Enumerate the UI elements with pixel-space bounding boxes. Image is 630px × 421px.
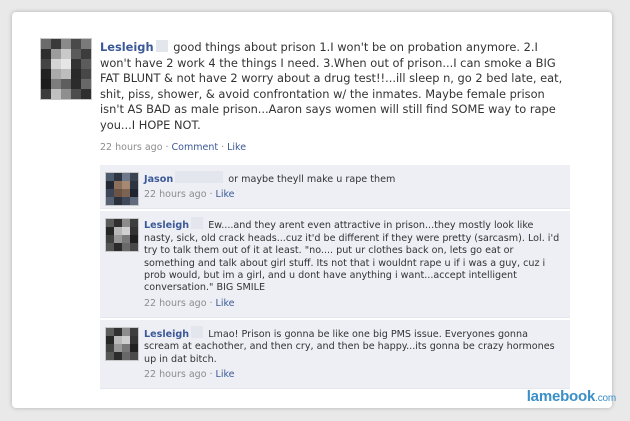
comment-item: Lesleigh Ew....and they arent even attra… <box>100 211 570 318</box>
avatar[interactable] <box>105 172 139 206</box>
like-link[interactable]: Like <box>216 298 235 309</box>
separator-dot: · <box>209 189 213 201</box>
watermark-brand: lamebook <box>526 388 596 405</box>
comment-list: Jason or maybe theyll make u rape them 2… <box>100 165 570 391</box>
post-meta: 22 hours ago · Comment · Like <box>100 140 568 156</box>
like-link[interactable]: Like <box>227 142 246 153</box>
comment-link[interactable]: Comment <box>172 142 219 153</box>
avatar[interactable] <box>105 218 139 253</box>
comment-item: Lesleigh Lmao! Prison is gonna be like o… <box>100 319 570 390</box>
comment-text-block: Lesleigh Ew....and they arent even attra… <box>144 217 560 294</box>
separator-dot: · <box>221 141 225 153</box>
comment-text-block: Jason or maybe theyll make u rape them <box>144 171 560 186</box>
redacted-surname <box>155 40 168 52</box>
comment-item: Jason or maybe theyll make u rape them 2… <box>100 165 570 210</box>
post-body: Lesleigh good things about prison 1.I wo… <box>100 40 568 155</box>
comment-author-link[interactable]: Lesleigh <box>144 220 189 231</box>
avatar[interactable] <box>105 326 139 361</box>
comment-meta: 22 hours ago · Like <box>144 298 560 309</box>
redacted-surname <box>191 217 204 230</box>
like-link[interactable]: Like <box>216 369 235 380</box>
comment-text: Lmao! Prison is gonna be like one big PM… <box>144 328 555 365</box>
post-author-link[interactable]: Lesleigh <box>100 40 154 54</box>
comment-author-link[interactable]: Jason <box>144 174 173 185</box>
redacted-surname <box>191 325 204 338</box>
like-link[interactable]: Like <box>216 189 235 200</box>
avatar[interactable] <box>40 38 92 100</box>
comment-text: Ew....and they arent even attractive in … <box>144 220 560 294</box>
comment-text: or maybe theyll make u rape them <box>228 174 396 185</box>
comment-timestamp: 22 hours ago <box>144 369 207 381</box>
separator-dot: · <box>209 297 213 309</box>
post-timestamp: 22 hours ago <box>100 141 163 153</box>
comment-meta: 22 hours ago · Like <box>144 369 560 380</box>
lamebook-watermark: lamebook.com <box>527 388 616 405</box>
comment-timestamp: 22 hours ago <box>144 189 207 201</box>
watermark-tld: .com <box>595 393 616 404</box>
comment-author-link[interactable]: Lesleigh <box>144 329 189 340</box>
separator-dot: · <box>209 369 213 381</box>
redacted-surname <box>175 171 224 183</box>
comment-timestamp: 22 hours ago <box>144 297 207 309</box>
post-text: good things about prison 1.I won't be on… <box>100 40 563 132</box>
comment-text-block: Lesleigh Lmao! Prison is gonna be like o… <box>144 325 560 366</box>
separator-dot: · <box>165 141 169 153</box>
comment-meta: 22 hours ago · Like <box>144 189 560 200</box>
